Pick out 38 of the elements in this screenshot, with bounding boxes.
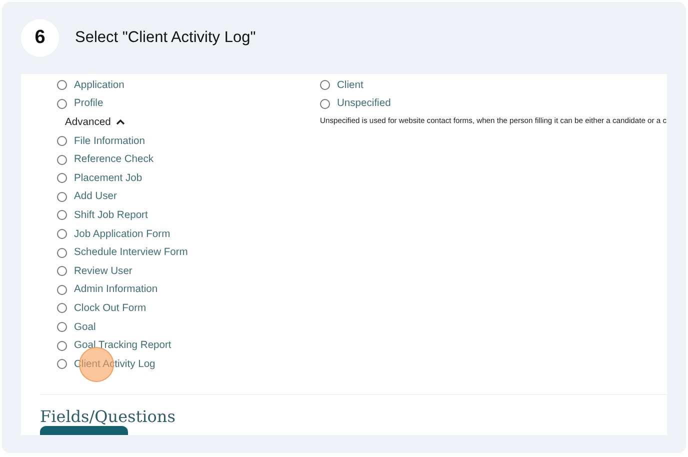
- radio-button[interactable]: [57, 98, 67, 109]
- radio-option[interactable]: Goal Tracking Report: [57, 336, 320, 355]
- radio-button[interactable]: [57, 229, 67, 240]
- radio-option[interactable]: Review User: [57, 262, 320, 281]
- radio-option[interactable]: Admin Information: [57, 280, 320, 300]
- radio-option[interactable]: Reference Check: [57, 150, 320, 169]
- radio-option[interactable]: Schedule Interview Form: [57, 243, 320, 262]
- radio-option[interactable]: Shift Job Report: [57, 206, 320, 225]
- radio-option[interactable]: Clock Out Form: [57, 299, 320, 318]
- radio-button[interactable]: [57, 248, 67, 258]
- radio-button[interactable]: [57, 80, 67, 90]
- section-heading: Fields/Questions: [40, 407, 176, 426]
- radio-button[interactable]: [320, 80, 330, 90]
- radio-option[interactable]: Placement Job: [57, 168, 320, 188]
- radio-option[interactable]: Goal: [57, 318, 320, 336]
- radio-option[interactable]: File Information: [57, 132, 320, 150]
- radio-option[interactable]: Add User: [57, 188, 320, 206]
- radio-option[interactable]: Job Application Form: [57, 224, 320, 244]
- radio-button[interactable]: [57, 136, 67, 146]
- radio-button[interactable]: [57, 173, 67, 184]
- radio-button[interactable]: [57, 210, 67, 220]
- radio-button[interactable]: [57, 303, 67, 314]
- radio-option[interactable]: Client: [320, 76, 667, 95]
- partial-button[interactable]: [40, 426, 128, 435]
- radio-button[interactable]: [320, 98, 330, 109]
- radio-button[interactable]: [57, 266, 67, 276]
- radio-button[interactable]: [57, 359, 67, 370]
- radio-option[interactable]: Profile: [57, 94, 320, 114]
- radio-button[interactable]: [57, 154, 67, 165]
- radio-button[interactable]: [57, 322, 67, 332]
- step-number-badge: 6: [21, 19, 59, 57]
- radio-option[interactable]: Unspecified: [320, 94, 667, 114]
- radio-button[interactable]: [57, 192, 67, 202]
- radio-option[interactable]: Application: [57, 76, 320, 95]
- radio-button[interactable]: [57, 340, 67, 351]
- step-title: Select "Client Activity Log": [75, 29, 256, 47]
- radio-button[interactable]: [57, 284, 67, 295]
- advanced-toggle[interactable]: Advanced: [65, 113, 125, 132]
